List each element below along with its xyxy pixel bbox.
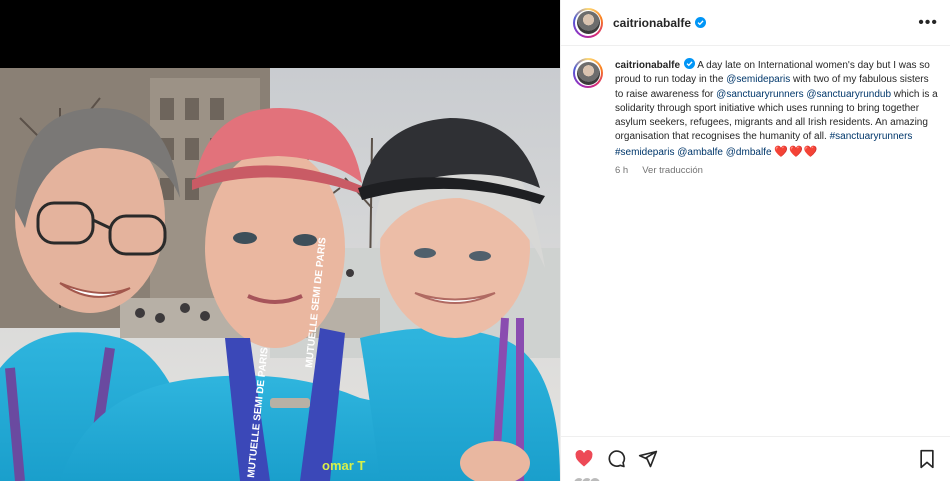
post-photo[interactable]: MUTUELLE SEMI DE PARIS MUTUELLE SEMI DE … bbox=[0, 68, 560, 481]
caption: caitrionabalfe A day late on Internation… bbox=[561, 46, 950, 178]
hashtag-sanctuaryrunners[interactable]: #sanctuaryrunners bbox=[830, 131, 913, 142]
comment-icon[interactable] bbox=[605, 448, 627, 470]
heart-icon[interactable] bbox=[573, 448, 595, 470]
hashtag-semideparis[interactable]: #semideparis bbox=[615, 147, 674, 158]
verified-badge-icon bbox=[695, 17, 707, 28]
mention-dmbalfe[interactable]: @dmbalfe bbox=[726, 147, 772, 158]
send-icon[interactable] bbox=[637, 448, 659, 470]
post-media-pane: MUTUELLE SEMI DE PARIS MUTUELLE SEMI DE … bbox=[0, 0, 560, 481]
heart-emojis: ❤️❤️❤️ bbox=[774, 145, 819, 158]
author-username[interactable]: caitrionabalfe bbox=[613, 16, 691, 30]
mention-ambalfe[interactable]: @ambalfe bbox=[677, 147, 723, 158]
caption-username[interactable]: caitrionabalfe bbox=[615, 60, 680, 71]
caption-meta: 6 h Ver traducción bbox=[615, 164, 938, 178]
post-details-pane: caitrionabalfe ••• caitrionabalfe A day … bbox=[560, 0, 950, 481]
mention-semideparis[interactable]: @semideparis bbox=[726, 74, 790, 85]
mention-sanctuaryrundub[interactable]: @sanctuaryrundub bbox=[806, 89, 891, 100]
liked-by-avatars[interactable] bbox=[573, 476, 613, 481]
caption-text: caitrionabalfe A day late on Internation… bbox=[615, 58, 938, 178]
post-time: 6 h bbox=[615, 165, 629, 177]
post-header: caitrionabalfe ••• bbox=[561, 0, 950, 46]
verified-badge-icon bbox=[684, 58, 696, 69]
mention-sanctuaryrunners[interactable]: @sanctuaryrunners bbox=[716, 89, 803, 100]
selfie-photo: MUTUELLE SEMI DE PARIS MUTUELLE SEMI DE … bbox=[0, 68, 560, 481]
caption-avatar[interactable] bbox=[573, 58, 603, 88]
bookmark-icon[interactable] bbox=[916, 448, 938, 470]
see-translation-link[interactable]: Ver traducción bbox=[642, 164, 703, 178]
post-actions-bar bbox=[561, 436, 950, 481]
author-avatar[interactable] bbox=[573, 7, 603, 38]
shirt-text: omar T bbox=[322, 458, 365, 473]
more-horizontal-icon[interactable]: ••• bbox=[918, 14, 938, 31]
